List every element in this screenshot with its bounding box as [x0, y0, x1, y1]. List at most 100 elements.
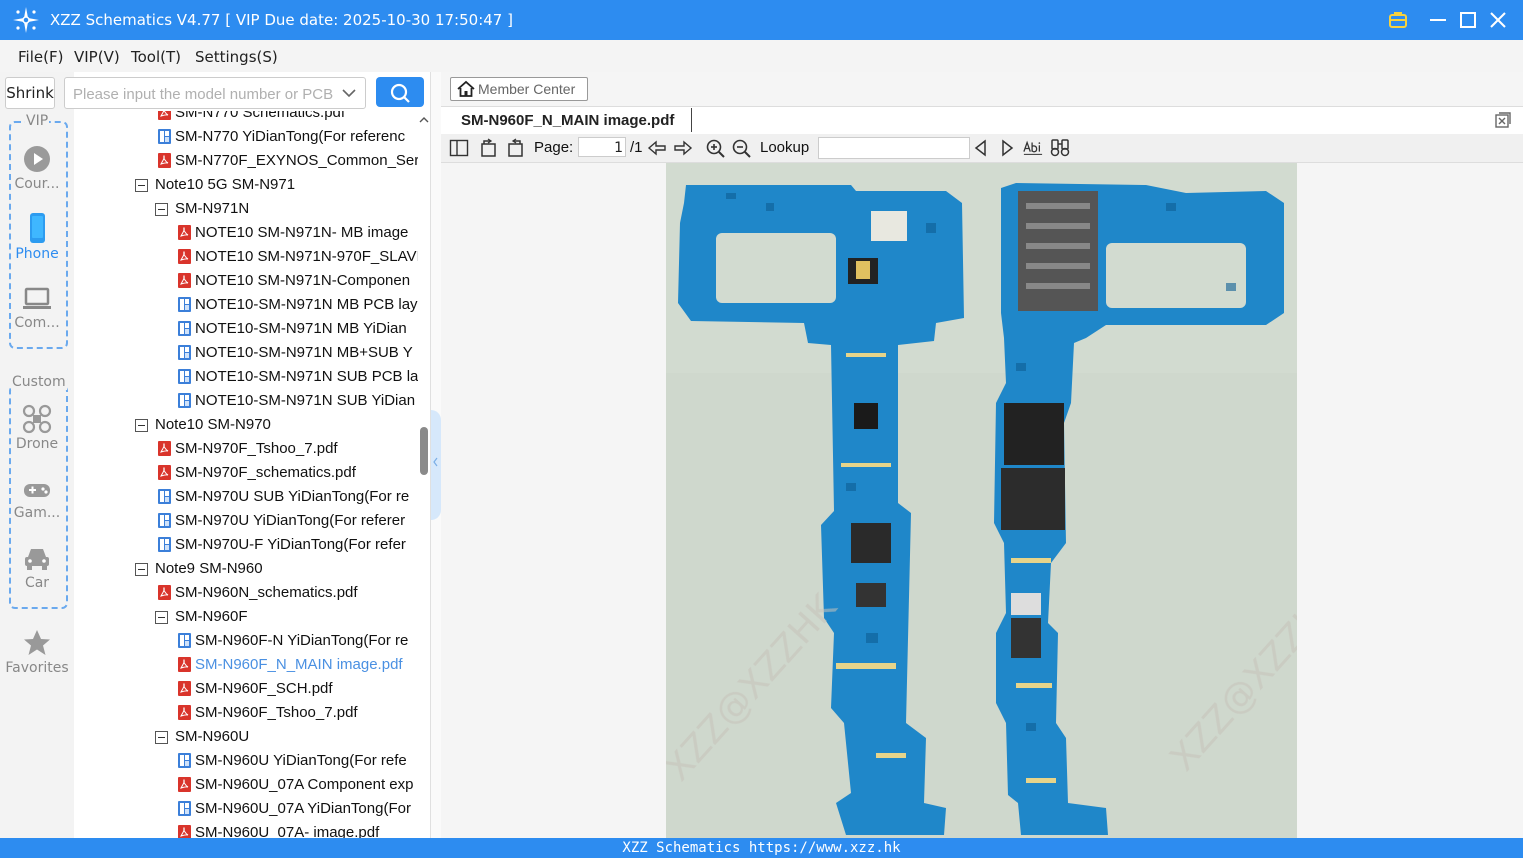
- menu-tool[interactable]: Tool(T): [131, 48, 181, 66]
- sidebar-toggle-icon[interactable]: [449, 138, 469, 158]
- tree-file[interactable]: NOTE10 SM-N971N-970F_SLAVI: [74, 245, 421, 269]
- nav-game[interactable]: Gam...: [0, 477, 74, 521]
- nav-course[interactable]: Cour...: [0, 144, 74, 192]
- tree-item-label: SM-N970U YiDianTong(For referer: [175, 512, 406, 529]
- file-tree: SM-N770 Schematics.pdf SM-N770 YiDianTong…: [74, 111, 430, 838]
- star-icon: [24, 630, 50, 655]
- tree-folder[interactable]: Note9 SM-N960: [74, 557, 418, 581]
- member-center-button[interactable]: Member Center: [450, 77, 588, 101]
- search-icon: [390, 83, 410, 103]
- title-bar: XZZ Schematics V4.77 [ VIP Due date: 202…: [0, 0, 1523, 40]
- pdf-file-icon: [178, 225, 191, 240]
- tree-file[interactable]: SM-N960U_07A- image.pdf: [74, 821, 418, 838]
- tree-item-label: NOTE10-SM-N971N SUB YiDian: [195, 392, 416, 409]
- tree-file[interactable]: SM-N970U SUB YiDianTong(For re: [74, 485, 418, 509]
- car-icon: [25, 549, 49, 570]
- vip-briefcase-icon[interactable]: [1386, 8, 1410, 32]
- tree-file[interactable]: SM-N960F_N_MAIN image.pdf: [74, 653, 418, 677]
- chevron-down-icon[interactable]: [341, 85, 357, 101]
- nav-phone[interactable]: Phone: [0, 212, 74, 262]
- find-next-icon[interactable]: [997, 138, 1017, 158]
- menu-settings[interactable]: Settings(S): [195, 48, 278, 66]
- tree-item-label: Note9 SM-N960: [155, 560, 263, 577]
- collapse-toggle-icon[interactable]: [155, 203, 168, 216]
- collapse-toggle-icon[interactable]: [135, 179, 148, 192]
- next-page-icon[interactable]: [673, 138, 693, 158]
- page-number-input[interactable]: 1: [578, 137, 626, 157]
- nav-course-label: Cour...: [14, 176, 60, 192]
- panel-splitter[interactable]: [430, 72, 441, 838]
- tree-item-label: SM-N970U-F YiDianTong(For refer: [175, 536, 406, 553]
- tree-item-label: SM-N960N_schematics.pdf: [175, 584, 358, 601]
- shrink-button[interactable]: Shrink: [5, 77, 55, 109]
- zoom-in-icon[interactable]: [705, 138, 725, 158]
- menu-file[interactable]: File(F): [18, 48, 63, 66]
- rotate-right-icon[interactable]: [505, 138, 525, 158]
- search-button[interactable]: [376, 77, 424, 107]
- rotate-left-icon[interactable]: [479, 138, 499, 158]
- collapse-toggle-icon[interactable]: [155, 611, 168, 624]
- tree-file[interactable]: SM-N970F_Tshoo_7.pdf: [74, 437, 418, 461]
- tab-document[interactable]: SM-N960F_N_MAIN image.pdf: [461, 109, 674, 133]
- nav-car[interactable]: Car: [0, 545, 74, 591]
- custom-group-label: Custom: [11, 374, 67, 390]
- tree-file[interactable]: SM-N960U_07A YiDianTong(For: [74, 797, 418, 821]
- tree-file[interactable]: NOTE10-SM-N971N MB+SUB Y: [74, 341, 418, 365]
- tree-file[interactable]: SM-N960N_schematics.pdf: [74, 581, 418, 605]
- previous-page-icon[interactable]: [647, 138, 667, 158]
- tree-folder[interactable]: SM-N971N: [74, 197, 418, 221]
- match-case-icon[interactable]: [1023, 138, 1043, 158]
- collapse-toggle-icon[interactable]: [135, 563, 148, 576]
- tree-file[interactable]: SM-N970F_schematics.pdf: [74, 461, 418, 485]
- tree-file[interactable]: NOTE10 SM-N971N- MB image: [74, 221, 418, 245]
- tree-file[interactable]: SM-N960F_SCH.pdf: [74, 677, 418, 701]
- nav-favorites[interactable]: Favorites: [0, 628, 74, 676]
- minimize-icon[interactable]: [1426, 8, 1450, 32]
- tree-file[interactable]: SM-N770 Schematics.pdf: [74, 111, 418, 125]
- model-search-box: [64, 77, 366, 109]
- close-icon[interactable]: [1486, 8, 1510, 32]
- tree-file[interactable]: NOTE10 SM-N971N-Componen: [74, 269, 418, 293]
- pcb-file-icon: [178, 345, 191, 360]
- zoom-out-icon[interactable]: [731, 138, 751, 158]
- scroll-thumb[interactable]: [420, 427, 428, 475]
- tree-file[interactable]: SM-N770F_EXYNOS_Common_Serv: [74, 149, 427, 173]
- pcb-file-icon: [178, 801, 191, 816]
- tree-file[interactable]: NOTE10-SM-N971N MB PCB lay: [74, 293, 418, 317]
- pcb-board-image[interactable]: XZZ@XZZHK XZZ@XZZHK: [666, 163, 1297, 838]
- pdf-file-icon: [178, 657, 191, 672]
- tree-file[interactable]: SM-N960F-N YiDianTong(For re: [74, 629, 418, 653]
- tree-item-label: NOTE10 SM-N971N-970F_SLAVI: [195, 248, 421, 265]
- page-total: /1: [630, 139, 643, 156]
- tree-file[interactable]: SM-N970U-F YiDianTong(For refer: [74, 533, 418, 557]
- lookup-input[interactable]: [818, 137, 970, 159]
- collapse-toggle-icon[interactable]: [155, 731, 168, 744]
- menu-vip[interactable]: VIP(V): [74, 48, 120, 66]
- tree-file[interactable]: NOTE10-SM-N971N MB YiDian: [74, 317, 418, 341]
- nav-drone[interactable]: Drone: [0, 404, 74, 452]
- tree-file[interactable]: NOTE10-SM-N971N SUB PCB la: [74, 365, 418, 389]
- tree-folder[interactable]: Note10 5G SM-N971: [74, 173, 418, 197]
- tree-scrollbar[interactable]: [418, 111, 430, 838]
- pdf-file-icon: [158, 465, 171, 480]
- tree-folder[interactable]: SM-N960F: [74, 605, 418, 629]
- maximize-icon[interactable]: [1456, 8, 1480, 32]
- find-all-icon[interactable]: [1050, 138, 1070, 158]
- tree-item-label: SM-N960F-N YiDianTong(For re: [195, 632, 409, 649]
- tree-file[interactable]: SM-N960U_07A Component exp: [74, 773, 418, 797]
- find-previous-icon[interactable]: [971, 138, 991, 158]
- tree-folder[interactable]: Note10 SM-N970: [74, 413, 418, 437]
- collapse-handle[interactable]: [431, 410, 441, 520]
- tree-file[interactable]: NOTE10-SM-N971N SUB YiDian: [74, 389, 418, 413]
- nav-computer[interactable]: Com...: [0, 285, 74, 331]
- collapse-toggle-icon[interactable]: [135, 419, 148, 432]
- tree-file[interactable]: SM-N970U YiDianTong(For referer: [74, 509, 418, 533]
- search-input[interactable]: [71, 83, 335, 105]
- close-tab-icon[interactable]: [1494, 111, 1512, 129]
- scroll-up-icon[interactable]: [418, 115, 430, 125]
- tree-folder[interactable]: SM-N960U: [74, 725, 418, 749]
- tree-file[interactable]: SM-N960U YiDianTong(For refe: [74, 749, 418, 773]
- tree-file[interactable]: SM-N960F_Tshoo_7.pdf: [74, 701, 418, 725]
- pdf-file-icon: [158, 153, 171, 168]
- tree-file[interactable]: SM-N770 YiDianTong(For referenc: [74, 125, 418, 149]
